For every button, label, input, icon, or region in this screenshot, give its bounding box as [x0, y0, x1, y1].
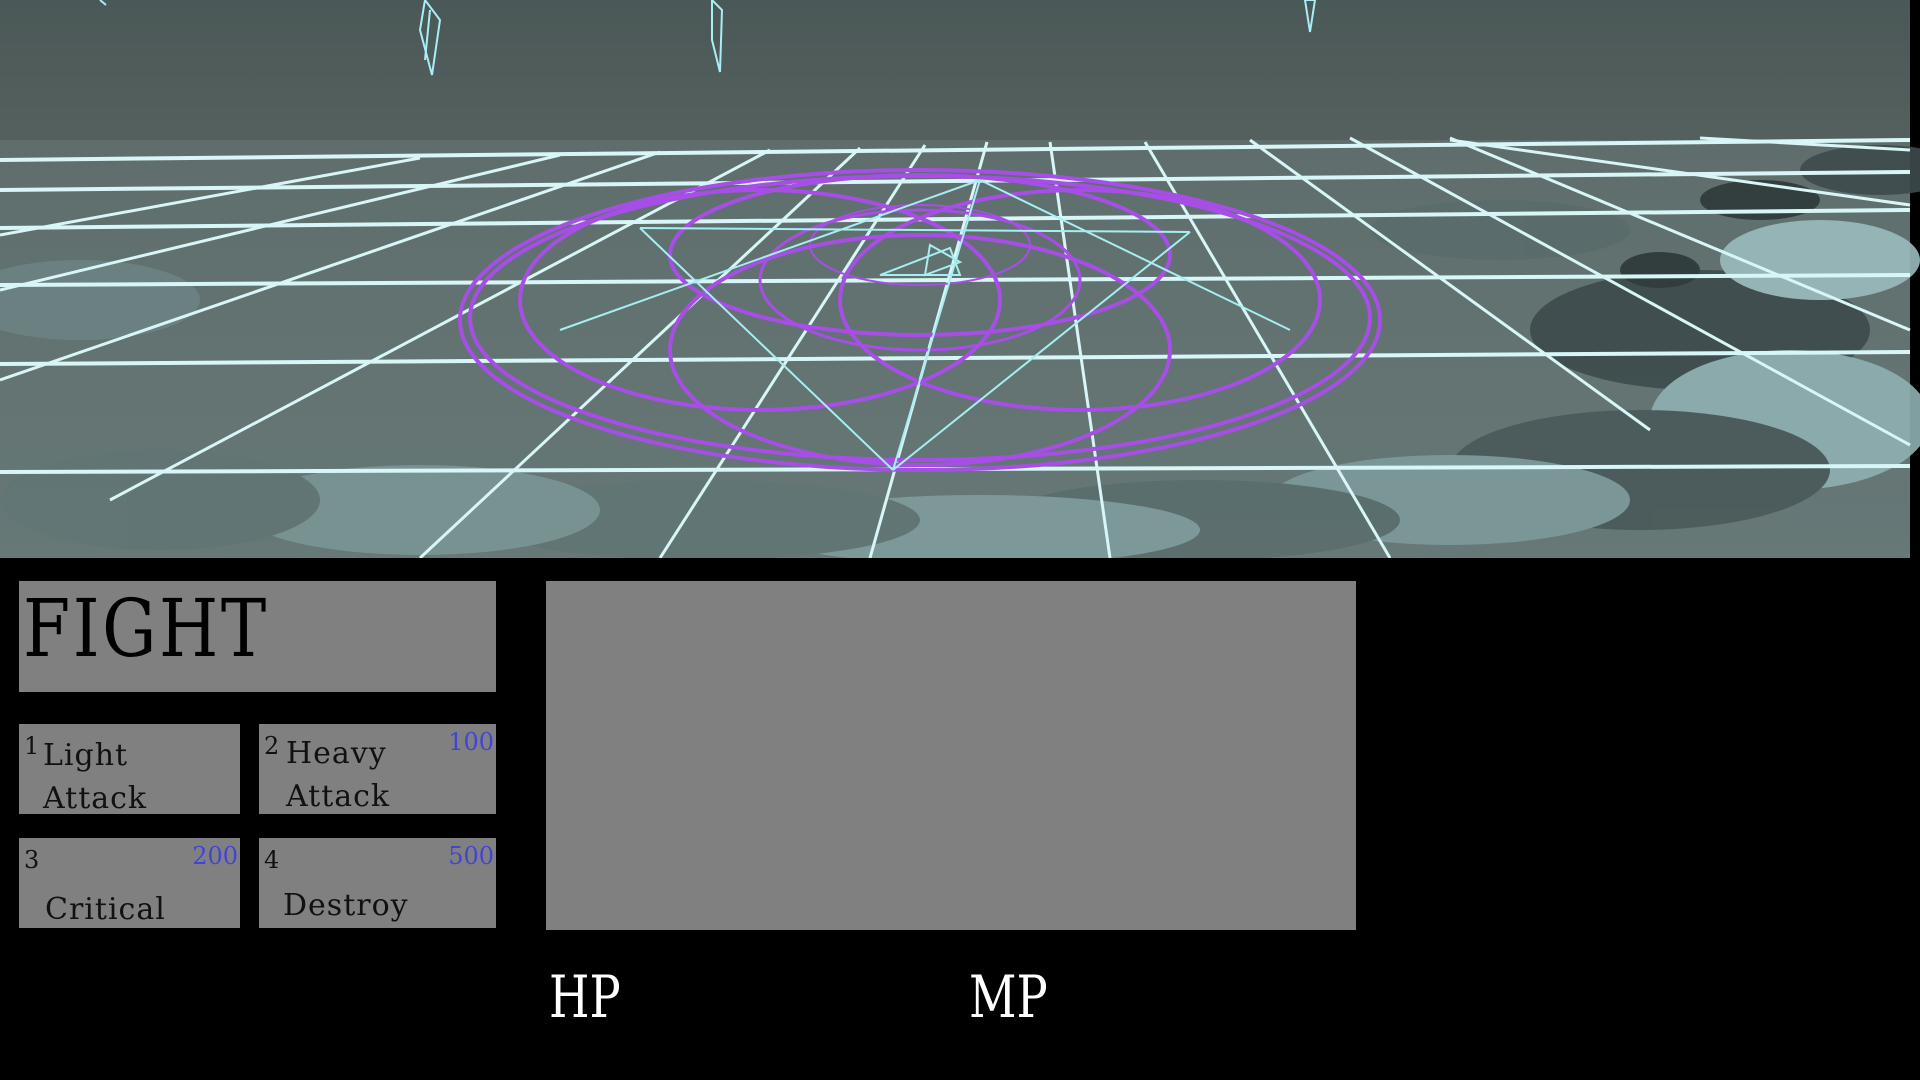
skill-button-critical[interactable]: 3 Critical 200: [19, 838, 240, 928]
command-title: FIGHT: [23, 582, 269, 675]
skill-cost: 500: [448, 842, 494, 870]
skill-name: Critical: [45, 892, 166, 927]
mp-label: MP: [969, 963, 1048, 1031]
skill-name: Destroy: [283, 888, 409, 923]
skill-hotkey: 2: [264, 732, 280, 760]
battle-menu-area: FIGHT 1 Light Attack 2 Heavy Attack 100 …: [0, 558, 1920, 1080]
skill-button-heavy-attack[interactable]: 2 Heavy Attack 100: [259, 724, 496, 814]
scene-edge: [1910, 0, 1920, 558]
skill-button-destroy[interactable]: 4 Destroy 500: [259, 838, 496, 928]
hp-label: HP: [549, 963, 621, 1031]
skill-name: Light Attack: [43, 738, 148, 816]
skill-hotkey: 3: [24, 846, 40, 874]
skill-cost: 200: [192, 842, 238, 870]
battle-scene: [0, 0, 1920, 558]
skill-cost: 100: [448, 728, 494, 756]
sky-backdrop: [0, 0, 1920, 150]
skill-hotkey: 1: [24, 732, 40, 760]
skill-name: Heavy Attack: [286, 736, 391, 814]
skill-button-light-attack[interactable]: 1 Light Attack: [19, 724, 240, 816]
skill-hotkey: 4: [264, 846, 280, 874]
command-title-panel: FIGHT: [19, 581, 496, 692]
message-panel: [546, 581, 1356, 930]
